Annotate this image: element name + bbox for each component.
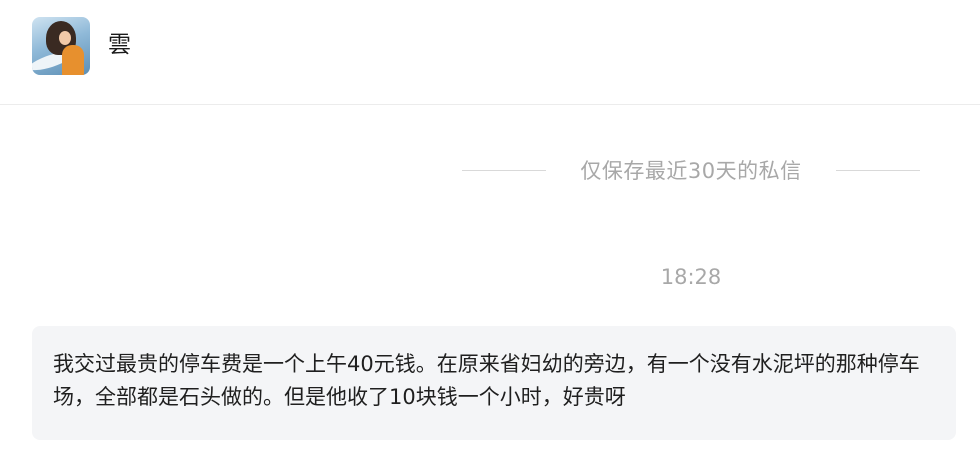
- message-timestamp: 18:28: [660, 265, 722, 289]
- message-text: 我交过最贵的停车费是一个上午40元钱。在原来省妇幼的旁边，有一个没有水泥坪的那种…: [53, 352, 920, 409]
- avatar-face: [59, 31, 71, 45]
- retention-notice: 仅保存最近30天的私信: [462, 152, 920, 188]
- notice-text: 仅保存最近30天的私信: [580, 159, 802, 183]
- message-bubble[interactable]: 我交过最贵的停车费是一个上午40元钱。在原来省妇幼的旁边，有一个没有水泥坪的那种…: [32, 326, 956, 440]
- avatar-body: [62, 45, 84, 75]
- notice-divider-right: [835, 169, 920, 171]
- contact-avatar[interactable]: [32, 17, 90, 75]
- notice-divider-left: [462, 169, 546, 171]
- chat-header: 雲: [0, 0, 980, 105]
- contact-name[interactable]: 雲: [108, 30, 131, 60]
